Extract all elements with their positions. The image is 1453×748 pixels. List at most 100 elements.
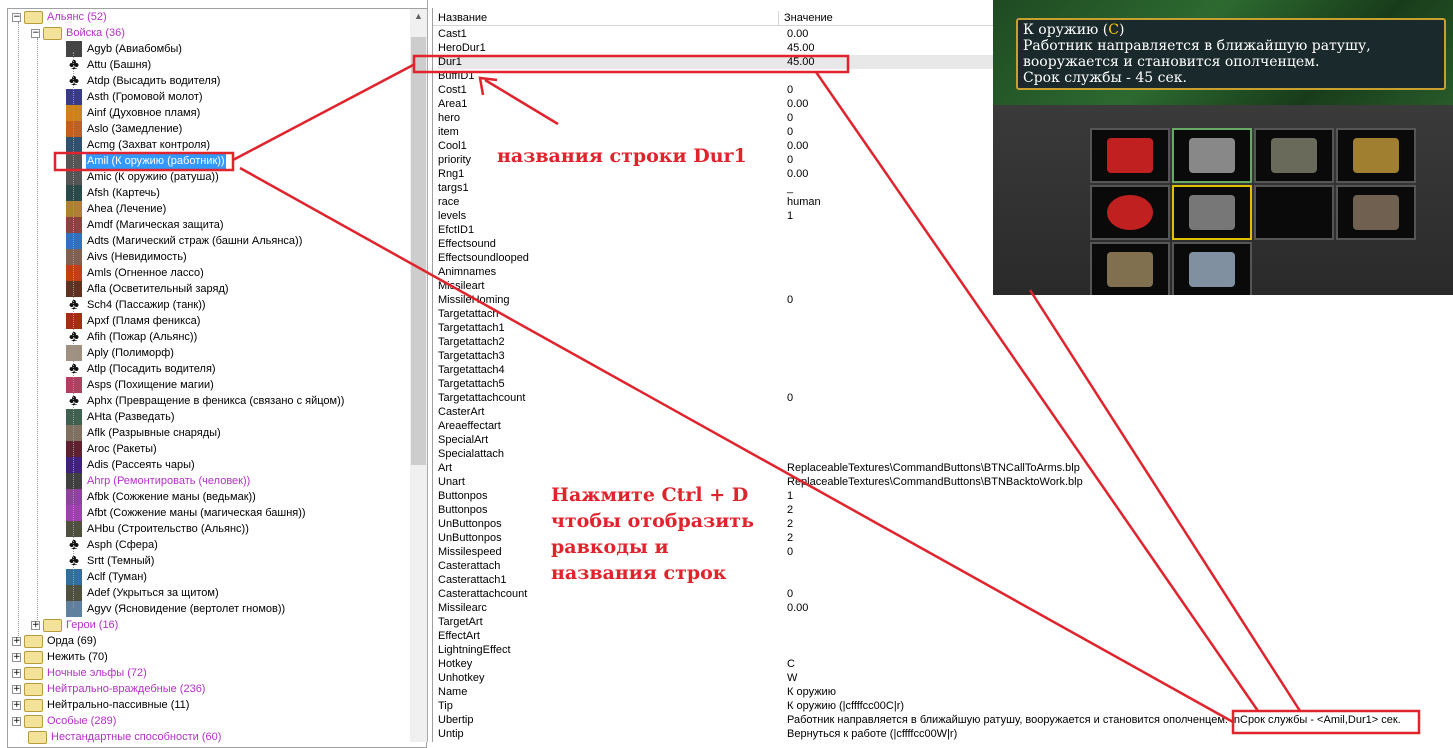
- command-button-build-advanced[interactable]: [1172, 242, 1252, 295]
- table-row[interactable]: Targetattach: [438, 307, 1448, 321]
- tree-item[interactable]: ♣ Sch4 (Пассажир (танк)): [66, 297, 207, 313]
- tree-item[interactable]: Amdf (Магическая защита): [66, 217, 225, 233]
- tree-item[interactable]: Apxf (Пламя феникса): [66, 313, 201, 329]
- command-button-patrol[interactable]: [1336, 128, 1416, 183]
- tree-item[interactable]: + Нейтрально-пассивные (11): [12, 697, 190, 713]
- command-button-attack[interactable]: [1254, 128, 1334, 183]
- table-row[interactable]: Targetattach3: [438, 349, 1448, 363]
- expand-icon[interactable]: +: [12, 716, 21, 726]
- tree-item[interactable]: Amls (Огненное лассо): [66, 265, 205, 281]
- tree-item[interactable]: + Герои (16): [31, 617, 119, 633]
- scroll-up-arrow-icon[interactable]: ▲: [410, 11, 427, 21]
- table-row[interactable]: Targetattach1: [438, 321, 1448, 335]
- tree-item[interactable]: + Ночные эльфы (72): [12, 665, 148, 681]
- expand-icon[interactable]: +: [12, 652, 21, 662]
- table-row[interactable]: TargetArt: [438, 615, 1448, 629]
- expand-icon[interactable]: +: [31, 620, 40, 630]
- table-row[interactable]: MissileHoming 0: [438, 293, 1448, 307]
- field-name: SpecialArt: [438, 434, 489, 446]
- tree-item[interactable]: − Войска (36): [31, 25, 126, 41]
- expand-icon[interactable]: +: [12, 684, 21, 694]
- tree-item[interactable]: + Нежить (70): [12, 649, 109, 665]
- collapse-icon[interactable]: −: [31, 28, 40, 38]
- table-row[interactable]: Targetattach5: [438, 377, 1448, 391]
- tree-item[interactable]: ♣ Aphx (Превращение в феникса (связано с …: [66, 393, 345, 409]
- tree-item[interactable]: Ainf (Духовное пламя): [66, 105, 201, 121]
- tree-item[interactable]: + Орда (69): [12, 633, 98, 649]
- table-row[interactable]: Art ReplaceableTextures\CommandButtons\BT…: [438, 461, 1448, 475]
- tree-item[interactable]: Ahea (Лечение): [66, 201, 167, 217]
- expand-icon[interactable]: +: [12, 636, 21, 646]
- tree-item[interactable]: Afbt (Сожжение маны (магическая башня)): [66, 505, 307, 521]
- field-value: Работник направляется в ближайшую ратушу…: [787, 714, 1401, 726]
- tree-item[interactable]: Agyv (Ясновидение (вертолет гномов)): [66, 601, 286, 617]
- tree-item[interactable]: AHbu (Строительство (Альянс)): [66, 521, 250, 537]
- table-row[interactable]: Missilearc 0.00: [438, 601, 1448, 615]
- expand-icon[interactable]: +: [12, 700, 21, 710]
- table-row[interactable]: Areaeffectart: [438, 419, 1448, 433]
- tree-item[interactable]: + Особые (289): [12, 713, 117, 729]
- table-row[interactable]: Hotkey C: [438, 657, 1448, 671]
- table-row[interactable]: Tip К оружию (|cffffcc00C|r): [438, 699, 1448, 713]
- tree-item[interactable]: ♣ Atdp (Высадить водителя): [66, 73, 221, 89]
- tree-item[interactable]: Afbk (Сожжение маны (ведьмак)): [66, 489, 257, 505]
- table-row[interactable]: Specialattach: [438, 447, 1448, 461]
- tree-item[interactable]: AHta (Разведать): [66, 409, 176, 425]
- tree-item[interactable]: Aslo (Замедление): [66, 121, 183, 137]
- tree-item[interactable]: + Нейтрально-враждебные (236): [12, 681, 206, 697]
- table-row[interactable]: Casterattachcount 0: [438, 587, 1448, 601]
- table-row[interactable]: Targetattach4: [438, 363, 1448, 377]
- tree-item[interactable]: Aroc (Ракеты): [66, 441, 158, 457]
- tree-item[interactable]: Adef (Укрыться за щитом): [66, 585, 220, 601]
- tree-item[interactable]: ♣ Atlp (Посадить водителя): [66, 361, 217, 377]
- command-button-move[interactable]: [1090, 128, 1170, 183]
- field-name: TargetArt: [438, 616, 483, 628]
- command-button-stop[interactable]: [1172, 128, 1252, 183]
- table-row[interactable]: Ubertip Работник направляется в ближайшую…: [438, 713, 1448, 727]
- command-button-call-to-arms[interactable]: [1172, 185, 1252, 240]
- tree-item[interactable]: ♣ Afih (Пожар (Альянс)): [66, 329, 198, 345]
- table-row[interactable]: Targetattachcount 0: [438, 391, 1448, 405]
- command-button-build[interactable]: [1090, 242, 1170, 295]
- tree-item[interactable]: Afsh (Картечь): [66, 185, 161, 201]
- command-button-gather[interactable]: [1336, 185, 1416, 240]
- tree-item[interactable]: − Альянс (52): [12, 9, 108, 25]
- tree-item[interactable]: Нестандартные способности (60): [28, 729, 222, 745]
- table-row[interactable]: Targetattach2: [438, 335, 1448, 349]
- tree-item[interactable]: Afla (Осветительный заряд): [66, 281, 230, 297]
- tree-item[interactable]: ♣ Srtt (Темный): [66, 553, 155, 569]
- table-row[interactable]: Untip Вернуться к работе (|cffffcc00W|r): [438, 727, 1448, 741]
- tree-item[interactable]: ♣ Asph (Сфера): [66, 537, 159, 553]
- tree-item[interactable]: Amic (К оружию (ратуша)): [66, 169, 220, 185]
- tree-item[interactable]: Aply (Полиморф): [66, 345, 175, 361]
- table-row[interactable]: EffectArt: [438, 629, 1448, 643]
- tree-scrollbar[interactable]: ▲: [410, 9, 427, 742]
- table-row[interactable]: LightningEffect: [438, 643, 1448, 657]
- field-name: Targetattachcount: [438, 392, 526, 404]
- object-tree[interactable]: − Альянс (52) − Войска (36) Agyb (Авиабомбы)…: [0, 0, 428, 748]
- tree-item[interactable]: ♣ Attu (Башня): [66, 57, 152, 73]
- table-row[interactable]: Unhotkey W: [438, 671, 1448, 685]
- table-row[interactable]: SpecialArt: [438, 433, 1448, 447]
- column-header-name[interactable]: Название: [433, 11, 779, 26]
- command-button-repair[interactable]: [1090, 185, 1170, 240]
- table-row[interactable]: Name К оружию: [438, 685, 1448, 699]
- tree-item[interactable]: Adts (Магический страж (башни Альянса)): [66, 233, 303, 249]
- tree-item[interactable]: Agyb (Авиабомбы): [66, 41, 183, 57]
- ability-icon: [66, 169, 82, 185]
- tree-item[interactable]: Asth (Громовой молот): [66, 89, 204, 105]
- table-row[interactable]: CasterArt: [438, 405, 1448, 419]
- tree-item[interactable]: Acmg (Захват контроля): [66, 137, 211, 153]
- tree-item[interactable]: Asps (Похищение магии): [66, 377, 215, 393]
- tree-item[interactable]: Aflk (Разрывные снаряды): [66, 425, 222, 441]
- collapse-icon[interactable]: −: [12, 12, 21, 22]
- expand-icon[interactable]: +: [12, 668, 21, 678]
- tree-item[interactable]: Adis (Рассеять чары): [66, 457, 196, 473]
- tree-item[interactable]: Amil (К оружию (работник)): [66, 153, 226, 169]
- field-value: 2: [787, 532, 794, 544]
- column-header-value[interactable]: Значение: [779, 11, 999, 26]
- tree-item[interactable]: Ahrp (Ремонтировать (человек)): [66, 473, 251, 489]
- scroll-thumb[interactable]: [411, 37, 426, 465]
- tree-item[interactable]: Aclf (Туман): [66, 569, 148, 585]
- tree-item[interactable]: Aivs (Невидимость): [66, 249, 188, 265]
